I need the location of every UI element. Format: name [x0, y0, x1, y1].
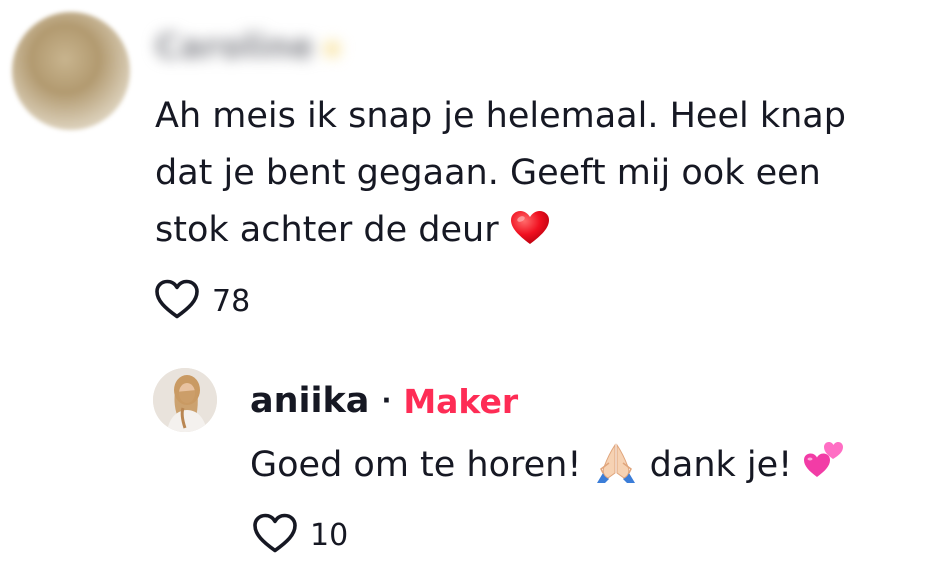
comment-line-3: stok achter de deur [155, 202, 915, 260]
commenter-username[interactable]: Caroline ★ [155, 24, 345, 70]
reply-avatar[interactable] [153, 368, 217, 432]
reply-body: Goed om te horen! dank je! [250, 438, 845, 494]
red-heart-emoji-icon [510, 203, 550, 260]
reply-like-count: 10 [310, 517, 349, 553]
comment-body: Ah meis ik snap je helemaal. Heel knap d… [155, 88, 915, 260]
heart-outline-icon[interactable] [154, 278, 200, 324]
two-hearts-emoji-icon [803, 439, 845, 494]
comment-line-1: Ah meis ik snap je helemaal. Heel knap [155, 96, 846, 136]
comment-line-3-text: stok achter de deur [155, 210, 499, 250]
comment-like-count: 78 [212, 283, 251, 319]
reply-text-part-2: dank je! [649, 445, 793, 485]
folded-hands-emoji-icon [593, 439, 639, 494]
star-icon: ★ [319, 32, 345, 65]
comment-like-button[interactable]: 78 [154, 278, 250, 324]
comment-line-2: dat je bent gegaan. Geeft mij ook een [155, 153, 821, 193]
commenter-username-text: Caroline [155, 27, 314, 67]
reply-text-part-1: Goed om te horen! [250, 445, 582, 485]
commenter-avatar[interactable] [12, 12, 130, 130]
reply-header: aniika · Maker [250, 376, 518, 426]
heart-outline-icon[interactable] [252, 512, 298, 558]
reply-username[interactable]: aniika [250, 381, 369, 421]
reply-like-button[interactable]: 10 [252, 512, 348, 558]
separator-dot: · [381, 386, 392, 416]
creator-badge: Maker [403, 381, 519, 421]
